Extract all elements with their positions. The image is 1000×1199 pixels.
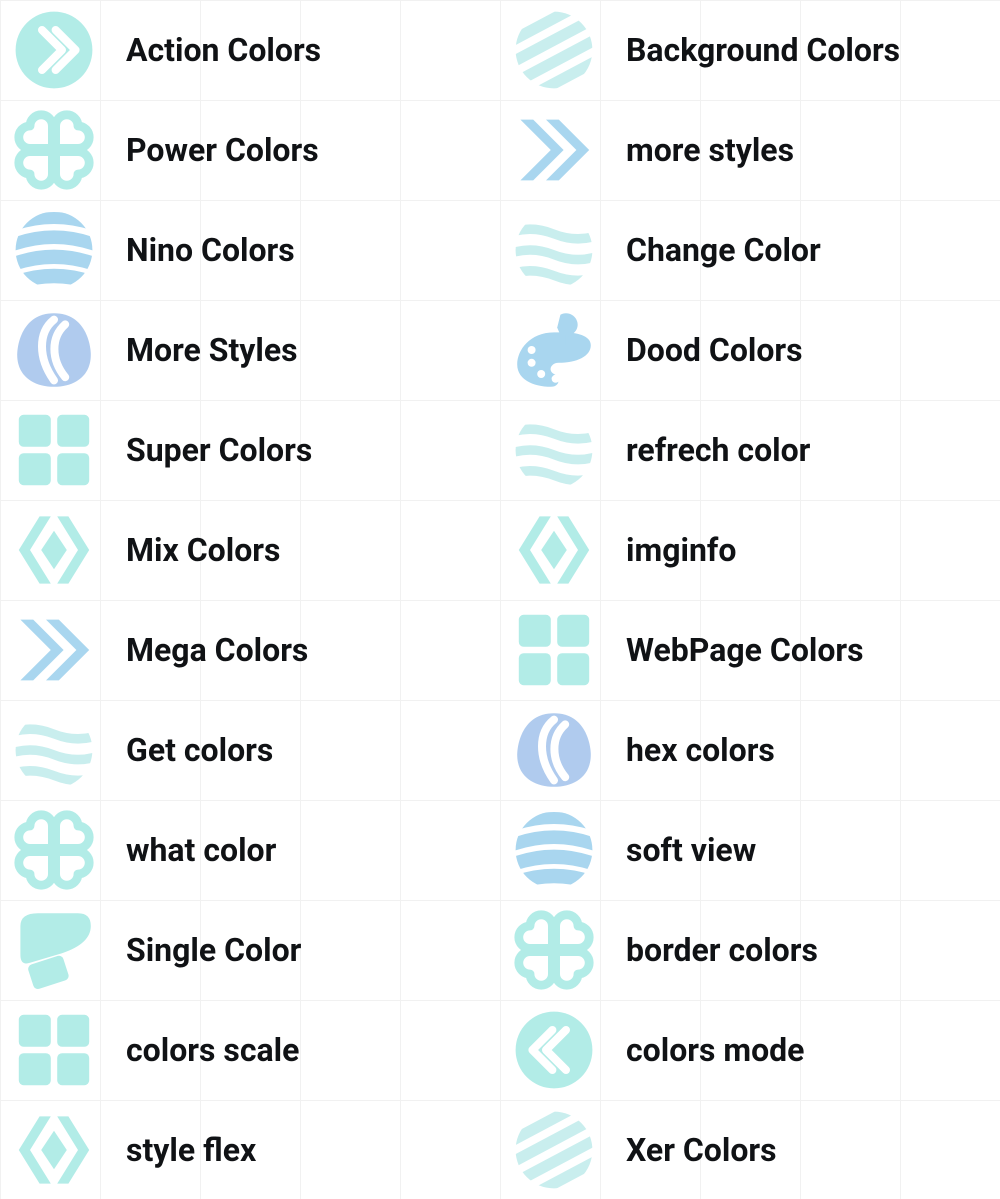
extension-item[interactable]: Nino Colors — [0, 200, 500, 300]
stripes-diagonal-circle-icon — [510, 6, 598, 94]
arrow-back-circle-icon — [510, 1006, 598, 1094]
paint-roller-icon — [10, 906, 98, 994]
extension-label: border colors — [626, 931, 818, 969]
extension-label: colors mode — [626, 1031, 804, 1069]
extension-label: soft view — [626, 831, 756, 869]
extension-item[interactable]: WebPage Colors — [500, 600, 1000, 700]
extension-item[interactable]: Power Colors — [0, 100, 500, 200]
extension-label: style flex — [126, 1131, 256, 1169]
extension-item[interactable]: Get colors — [0, 700, 500, 800]
paint-palette-icon — [510, 306, 598, 394]
extension-label: what color — [126, 831, 276, 869]
extension-label: Change Color — [626, 231, 821, 269]
extension-item[interactable]: Single Color — [0, 900, 500, 1000]
extension-label: Action Colors — [126, 31, 321, 69]
chevrons-right-icon — [10, 606, 98, 694]
stripes-diagonal-circle-icon — [510, 1106, 598, 1194]
extension-item[interactable]: Mega Colors — [0, 600, 500, 700]
clover-icon — [10, 106, 98, 194]
extension-item[interactable]: colors mode — [500, 1000, 1000, 1100]
extension-item[interactable]: colors scale — [0, 1000, 500, 1100]
four-squares-icon — [10, 406, 98, 494]
extension-label: WebPage Colors — [626, 631, 864, 669]
extension-item[interactable]: refrech color — [500, 400, 1000, 500]
waves-circle-icon — [510, 206, 598, 294]
stripes-sphere-icon — [510, 806, 598, 894]
diamond-brackets-icon — [10, 1106, 98, 1194]
extension-list: Action Colors Background Colors Power Colo… — [0, 0, 1000, 1199]
extension-item[interactable]: More Styles — [0, 300, 500, 400]
clover-icon — [510, 906, 598, 994]
extension-label: Xer Colors — [626, 1131, 777, 1169]
diamond-brackets-icon — [10, 506, 98, 594]
extension-item[interactable]: Action Colors — [0, 0, 500, 100]
extension-item[interactable]: border colors — [500, 900, 1000, 1000]
extension-item[interactable]: Super Colors — [0, 400, 500, 500]
extension-label: Single Color — [126, 931, 301, 969]
extension-item[interactable]: soft view — [500, 800, 1000, 900]
extension-label: Power Colors — [126, 131, 319, 169]
leaf-swirl-icon — [510, 706, 598, 794]
extension-label: imginfo — [626, 531, 736, 569]
extension-label: refrech color — [626, 431, 810, 469]
extension-label: Super Colors — [126, 431, 312, 469]
arrow-forward-circle-icon — [10, 6, 98, 94]
leaf-swirl-icon — [10, 306, 98, 394]
extension-item[interactable]: Change Color — [500, 200, 1000, 300]
extension-label: Background Colors — [626, 31, 900, 69]
extension-item[interactable]: Dood Colors — [500, 300, 1000, 400]
extension-label: Dood Colors — [626, 331, 803, 369]
extension-label: Get colors — [126, 731, 273, 769]
four-squares-icon — [10, 1006, 98, 1094]
extension-item[interactable]: Xer Colors — [500, 1100, 1000, 1199]
diamond-brackets-icon — [510, 506, 598, 594]
extension-item[interactable]: Mix Colors — [0, 500, 500, 600]
waves-circle-icon — [10, 706, 98, 794]
extension-label: colors scale — [126, 1031, 299, 1069]
four-squares-icon — [510, 606, 598, 694]
extension-item[interactable]: imginfo — [500, 500, 1000, 600]
extension-label: hex colors — [626, 731, 775, 769]
waves-circle-icon — [510, 406, 598, 494]
clover-icon — [10, 806, 98, 894]
stripes-sphere-icon — [10, 206, 98, 294]
extension-label: Mega Colors — [126, 631, 308, 669]
extension-item[interactable]: what color — [0, 800, 500, 900]
chevrons-right-icon — [510, 106, 598, 194]
extension-item[interactable]: style flex — [0, 1100, 500, 1199]
extension-label: more styles — [626, 131, 794, 169]
extension-item[interactable]: Background Colors — [500, 0, 1000, 100]
extension-item[interactable]: hex colors — [500, 700, 1000, 800]
extension-label: More Styles — [126, 331, 298, 369]
extension-label: Nino Colors — [126, 231, 295, 269]
extension-label: Mix Colors — [126, 531, 280, 569]
extension-item[interactable]: more styles — [500, 100, 1000, 200]
